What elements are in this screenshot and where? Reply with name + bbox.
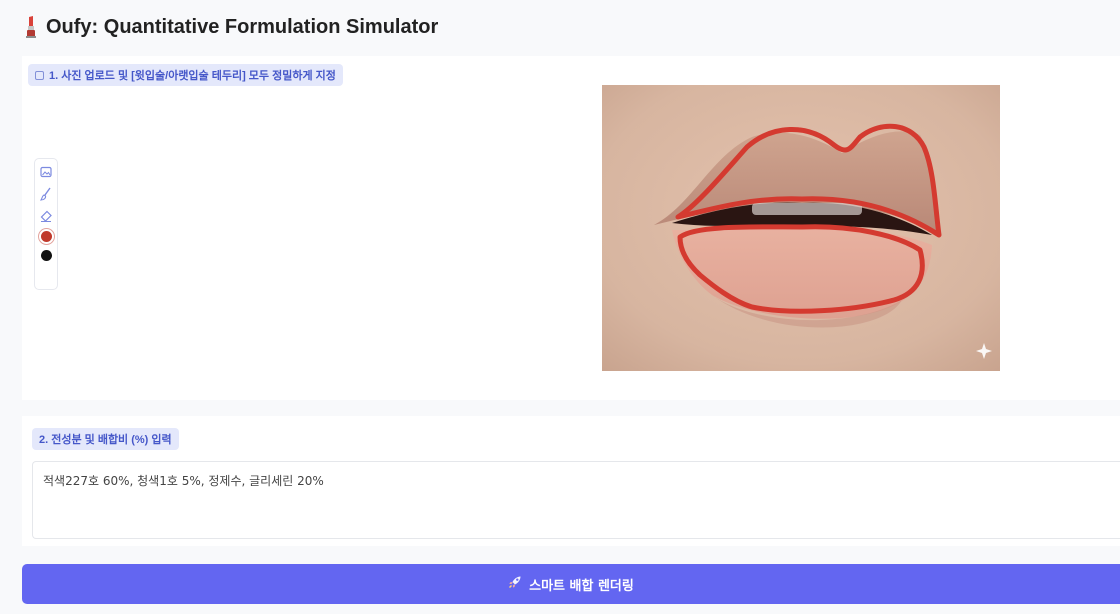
color-swatch-red[interactable]: [40, 231, 52, 242]
upload-section-label-text: 1. 사진 업로드 및 [윗입술/아랫입술 테두리] 모두 정밀하게 지정: [49, 70, 336, 82]
lipstick-icon: [24, 15, 38, 39]
ingredients-section-label: 2. 전성분 및 배합비 (%) 입력: [32, 428, 179, 450]
eraser-icon[interactable]: [39, 209, 53, 223]
app-title: Oufy: Quantitative Formulation Simulator: [46, 15, 439, 38]
ingredients-section-label-text: 2. 전성분 및 배합비 (%) 입력: [39, 434, 172, 446]
ingredients-text: 적색227호 60%, 청색1호 5%, 정제수, 글리세린 20%: [43, 474, 324, 488]
lip-image-canvas[interactable]: [602, 85, 1000, 371]
image-icon[interactable]: [39, 165, 53, 179]
upload-section-label: 1. 사진 업로드 및 [윗입술/아랫입술 테두리] 모두 정밀하게 지정: [28, 64, 343, 86]
color-swatch-black[interactable]: [40, 250, 52, 261]
rocket-icon: [508, 575, 522, 593]
image-frame-icon: [35, 70, 44, 80]
app-header: Oufy: Quantitative Formulation Simulator: [24, 11, 438, 43]
ingredients-panel: 2. 전성분 및 배합비 (%) 입력 적색227호 60%, 청색1호 5%,…: [22, 416, 1120, 546]
ingredients-textarea[interactable]: 적색227호 60%, 청색1호 5%, 정제수, 글리세린 20%: [32, 461, 1120, 539]
lip-photo: [602, 85, 1000, 371]
smart-render-button[interactable]: 스마트 배합 렌더링: [22, 564, 1120, 604]
drawing-toolbar: [34, 158, 58, 290]
upload-panel: 1. 사진 업로드 및 [윗입술/아랫입술 테두리] 모두 정밀하게 지정: [22, 56, 1120, 400]
render-button-label: 스마트 배합 렌더링: [529, 578, 634, 594]
brush-icon[interactable]: [39, 187, 53, 201]
